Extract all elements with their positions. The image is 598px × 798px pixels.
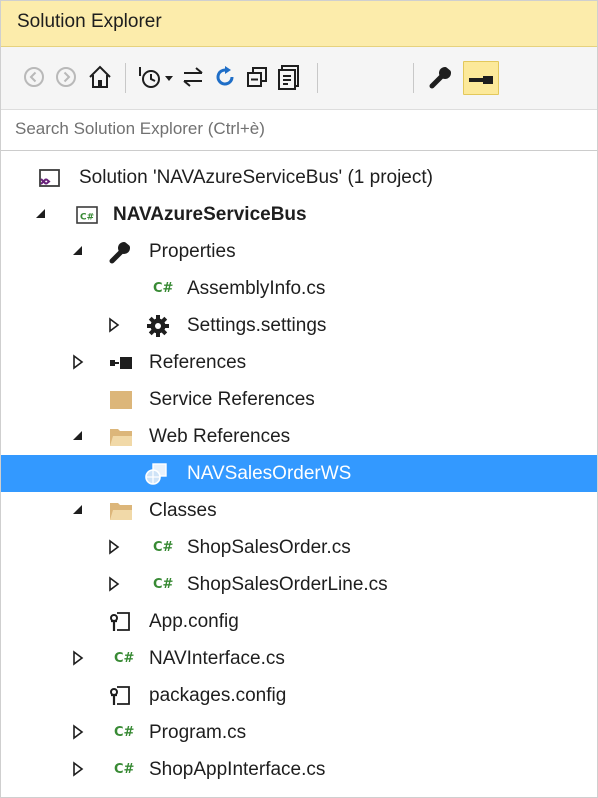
refresh-button[interactable] <box>211 61 239 93</box>
collapsed-arrow-icon[interactable] <box>107 576 121 592</box>
refresh-icon <box>216 66 234 86</box>
folder-icon <box>110 391 132 409</box>
csharp-file-icon: C# <box>114 725 135 740</box>
csharp-file-icon: C# <box>153 540 174 555</box>
tree-item-label: Classes <box>149 500 217 521</box>
tree-item-label: Settings.settings <box>187 315 327 336</box>
folder-open-icon <box>110 503 132 520</box>
collapse-all-icon <box>247 67 267 87</box>
sync-with-active-document-button[interactable] <box>179 61 207 93</box>
show-all-files-button[interactable] <box>275 61 305 93</box>
csharp-file-icon: C# <box>153 577 174 592</box>
folder-open-icon <box>110 429 132 446</box>
tree-item-label: Program.cs <box>149 722 247 743</box>
tree-item-label: Service References <box>149 389 315 410</box>
tree-item-navsalesorderws[interactable]: NAVSalesOrderWS <box>1 455 597 492</box>
preview-selected-items-button[interactable] <box>463 61 499 95</box>
tree-item-packages-config[interactable]: packages.config <box>1 677 597 714</box>
gear-icon <box>147 315 169 337</box>
tree-item-shopsalesorder[interactable]: C# ShopSalesOrder.cs <box>1 529 597 566</box>
tree-item-settings[interactable]: Settings.settings <box>1 307 597 344</box>
collapsed-arrow-icon[interactable] <box>71 650 85 666</box>
tree-item-navinterface[interactable]: C# NAVInterface.cs <box>1 640 597 677</box>
config-file-icon <box>110 686 130 705</box>
toolbar-separator <box>125 63 126 93</box>
tree-item-project[interactable]: C# NAVAzureServiceBus <box>1 196 597 233</box>
tree-item-label: Web References <box>149 426 291 447</box>
tree-item-label: NAVSalesOrderWS <box>187 463 352 484</box>
wrench-icon <box>109 242 131 264</box>
pending-changes-filter-button[interactable] <box>135 61 175 93</box>
tree-item-label: ShopSalesOrderLine.cs <box>187 574 388 595</box>
show-all-files-icon <box>278 65 299 90</box>
svg-text:C#: C# <box>80 213 94 223</box>
solution-icon <box>39 169 60 187</box>
toolbar <box>1 47 597 110</box>
back-arrow-icon <box>24 67 44 87</box>
tree-item-web-references[interactable]: Web References <box>1 418 597 455</box>
tree-item-program[interactable]: C# Program.cs <box>1 714 597 751</box>
collapsed-arrow-icon[interactable] <box>71 724 85 740</box>
wrench-icon <box>429 67 452 89</box>
tree-item-solution[interactable]: Solution 'NAVAzureServiceBus' (1 project… <box>1 159 597 196</box>
collapse-all-button[interactable] <box>243 61 271 93</box>
expanded-arrow-icon[interactable] <box>71 428 85 444</box>
csharp-project-icon: C# <box>76 206 98 224</box>
toolbar-separator <box>413 63 414 93</box>
tree-item-label: References <box>149 352 247 373</box>
collapsed-arrow-icon[interactable] <box>71 354 85 370</box>
tree-item-label: Properties <box>149 241 236 262</box>
search-bar <box>1 110 597 151</box>
panel-title-bar[interactable]: Solution Explorer <box>1 1 597 47</box>
back-button[interactable] <box>21 61 47 93</box>
search-input[interactable] <box>1 110 595 148</box>
toolbar-separator <box>317 63 318 93</box>
csharp-file-icon: C# <box>153 281 174 296</box>
forward-button[interactable] <box>53 61 79 93</box>
config-file-icon <box>110 612 130 631</box>
collapsed-arrow-icon[interactable] <box>71 761 85 777</box>
tree-item-shopsalesorderline[interactable]: C# ShopSalesOrderLine.cs <box>1 566 597 603</box>
solution-explorer-panel: Solution Explorer Search Solution Explor… <box>0 0 598 798</box>
tree-item-label: AssemblyInfo.cs <box>187 278 326 299</box>
csharp-file-icon: C# <box>114 762 135 777</box>
tree-item-label: ShopSalesOrder.cs <box>187 537 351 558</box>
tree-item-label: Solution 'NAVAzureServiceBus' (1 project… <box>79 167 433 188</box>
tree-item-label: NAVInterface.cs <box>149 648 285 669</box>
sync-arrows-icon <box>183 67 203 87</box>
expanded-arrow-icon[interactable] <box>71 243 85 259</box>
expanded-arrow-icon[interactable] <box>34 206 48 222</box>
tree-item-label: ShopAppInterface.cs <box>149 759 326 780</box>
clock-filter-icon <box>139 67 173 88</box>
tree-item-assemblyinfo[interactable]: C# AssemblyInfo.cs <box>1 270 597 307</box>
tree-item-app-config[interactable]: App.config <box>1 603 597 640</box>
home-button[interactable] <box>85 61 115 93</box>
panel-title: Solution Explorer <box>17 11 162 32</box>
collapsed-arrow-icon[interactable] <box>107 539 121 555</box>
web-reference-icon <box>145 463 167 485</box>
tree-item-properties[interactable]: Properties <box>1 233 597 270</box>
tree-item-references[interactable]: References <box>1 344 597 381</box>
csharp-file-icon: C# <box>114 651 135 666</box>
forward-arrow-icon <box>56 67 76 87</box>
tree-item-service-references[interactable]: Service References <box>1 381 597 418</box>
properties-button[interactable] <box>425 61 457 93</box>
tree-item-shopappinterface[interactable]: C# ShopAppInterface.cs <box>1 751 597 788</box>
tree-item-classes[interactable]: Classes <box>1 492 597 529</box>
collapsed-arrow-icon[interactable] <box>107 317 121 333</box>
home-icon <box>89 65 111 88</box>
tree-item-label: App.config <box>149 611 239 632</box>
preview-icon <box>469 76 493 84</box>
references-icon <box>110 357 132 369</box>
expanded-arrow-icon[interactable] <box>71 502 85 518</box>
tree-item-label: packages.config <box>149 685 287 706</box>
tree-item-label: NAVAzureServiceBus <box>113 204 307 225</box>
